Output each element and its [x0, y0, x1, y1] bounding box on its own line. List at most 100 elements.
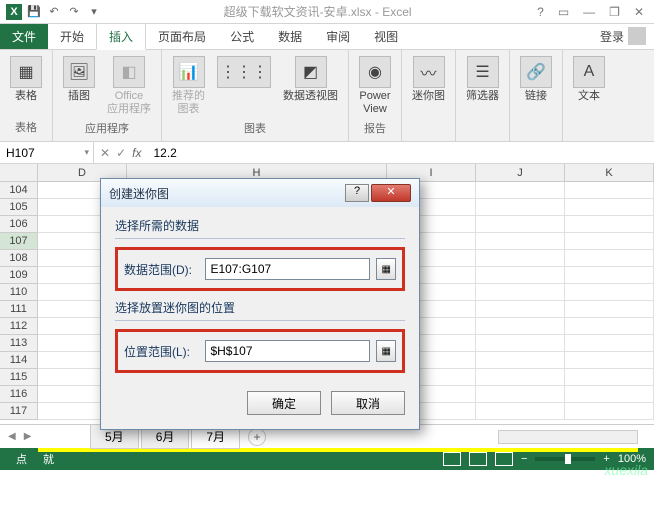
- sparklines-button[interactable]: 〰迷你图: [408, 54, 449, 105]
- horizontal-scrollbar[interactable]: [498, 430, 638, 444]
- page-break-view-icon[interactable]: [495, 452, 513, 466]
- cell[interactable]: [565, 250, 654, 267]
- ok-button[interactable]: 确定: [247, 391, 321, 415]
- cell[interactable]: [476, 199, 565, 216]
- row-header[interactable]: 104: [0, 182, 38, 199]
- new-sheet-button[interactable]: +: [248, 428, 266, 446]
- cell[interactable]: [476, 301, 565, 318]
- cell[interactable]: [476, 284, 565, 301]
- qat-dropdown-icon[interactable]: ▾: [86, 4, 102, 20]
- chart-types[interactable]: ⋮⋮⋮: [213, 54, 275, 92]
- redo-icon[interactable]: ↷: [66, 4, 82, 20]
- tab-view[interactable]: 视图: [362, 24, 410, 49]
- row-header[interactable]: 114: [0, 352, 38, 369]
- row-header[interactable]: 116: [0, 386, 38, 403]
- cell[interactable]: [476, 267, 565, 284]
- tab-file[interactable]: 文件: [0, 24, 48, 49]
- minimize-icon[interactable]: —: [583, 5, 595, 19]
- cell[interactable]: [476, 335, 565, 352]
- cell[interactable]: [565, 182, 654, 199]
- sheet-nav-next-icon[interactable]: ▶: [24, 431, 32, 442]
- dialog-help-button[interactable]: ?: [345, 184, 369, 202]
- illustrations-button[interactable]: 🖼插图: [59, 54, 99, 105]
- page-layout-view-icon[interactable]: [469, 452, 487, 466]
- row-header[interactable]: 111: [0, 301, 38, 318]
- cell[interactable]: [476, 369, 565, 386]
- location-range-input[interactable]: [205, 340, 370, 362]
- row-header[interactable]: 117: [0, 403, 38, 420]
- cell[interactable]: [565, 301, 654, 318]
- cancel-formula-icon[interactable]: ✕: [100, 146, 110, 160]
- fx-icon[interactable]: fx: [132, 146, 141, 160]
- pivot-chart-button[interactable]: ◩数据透视图: [279, 54, 342, 105]
- tab-formulas[interactable]: 公式: [218, 24, 266, 49]
- tab-review[interactable]: 审阅: [314, 24, 362, 49]
- row-header[interactable]: 109: [0, 267, 38, 284]
- tab-layout[interactable]: 页面布局: [146, 24, 218, 49]
- zoom-out-icon[interactable]: −: [521, 453, 527, 465]
- data-range-input[interactable]: [205, 258, 370, 280]
- cell[interactable]: [565, 403, 654, 420]
- cell[interactable]: [565, 386, 654, 403]
- cell[interactable]: [565, 369, 654, 386]
- normal-view-icon[interactable]: [443, 452, 461, 466]
- column-header[interactable]: K: [565, 164, 654, 181]
- ribbon-options-icon[interactable]: ▭: [558, 5, 569, 19]
- zoom-slider[interactable]: [535, 457, 595, 461]
- column-header[interactable]: J: [476, 164, 565, 181]
- cell[interactable]: [565, 335, 654, 352]
- row-header[interactable]: 106: [0, 216, 38, 233]
- formula-input[interactable]: 12.2: [147, 146, 654, 160]
- row-header[interactable]: 107: [0, 233, 38, 250]
- row-header[interactable]: 115: [0, 369, 38, 386]
- login-link[interactable]: 登录: [592, 23, 654, 49]
- apps-icon: ◧: [113, 56, 145, 88]
- cell[interactable]: [476, 386, 565, 403]
- cell[interactable]: [565, 267, 654, 284]
- cell[interactable]: [565, 318, 654, 335]
- tab-insert[interactable]: 插入: [96, 23, 146, 50]
- cell[interactable]: [476, 352, 565, 369]
- undo-icon[interactable]: ↶: [46, 4, 62, 20]
- cell[interactable]: [565, 352, 654, 369]
- location-range-select-icon[interactable]: ▦: [376, 340, 396, 362]
- cell[interactable]: [476, 318, 565, 335]
- cell[interactable]: [476, 233, 565, 250]
- dialog-titlebar[interactable]: 创建迷你图 ? ✕: [101, 179, 419, 207]
- close-icon[interactable]: ✕: [634, 5, 644, 19]
- select-all-corner[interactable]: [0, 164, 38, 181]
- filters-button[interactable]: ☰筛选器: [462, 54, 503, 105]
- row-header[interactable]: 110: [0, 284, 38, 301]
- name-box[interactable]: H107: [0, 142, 94, 163]
- tables-button[interactable]: ▦表格: [6, 54, 46, 105]
- cell[interactable]: [565, 233, 654, 250]
- cell[interactable]: [476, 216, 565, 233]
- cell[interactable]: [565, 199, 654, 216]
- cell[interactable]: [565, 216, 654, 233]
- cell[interactable]: [476, 403, 565, 420]
- help-icon[interactable]: ?: [537, 5, 544, 19]
- cell[interactable]: [476, 182, 565, 199]
- row-header[interactable]: 113: [0, 335, 38, 352]
- row-header[interactable]: 105: [0, 199, 38, 216]
- row-header[interactable]: 112: [0, 318, 38, 335]
- dialog-close-button[interactable]: ✕: [371, 184, 411, 202]
- powerview-button[interactable]: ◉Power View: [355, 54, 395, 118]
- cell[interactable]: [476, 250, 565, 267]
- tab-home[interactable]: 开始: [48, 24, 96, 49]
- office-apps-button[interactable]: ◧Office 应用程序: [103, 54, 155, 118]
- save-icon[interactable]: 💾: [26, 4, 42, 20]
- text-button[interactable]: A文本: [569, 54, 609, 105]
- picture-icon: 🖼: [63, 56, 95, 88]
- restore-icon[interactable]: ❐: [609, 5, 620, 19]
- sheet-nav-prev-icon[interactable]: ◀: [8, 431, 16, 442]
- cancel-button[interactable]: 取消: [331, 391, 405, 415]
- data-range-select-icon[interactable]: ▦: [376, 258, 396, 280]
- section-location: 选择放置迷你图的位置: [115, 299, 405, 321]
- accept-formula-icon[interactable]: ✓: [116, 146, 126, 160]
- row-header[interactable]: 108: [0, 250, 38, 267]
- recommended-charts-button[interactable]: 📊推荐的 图表: [168, 54, 209, 118]
- tab-data[interactable]: 数据: [266, 24, 314, 49]
- hyperlink-button[interactable]: 🔗链接: [516, 54, 556, 105]
- cell[interactable]: [565, 284, 654, 301]
